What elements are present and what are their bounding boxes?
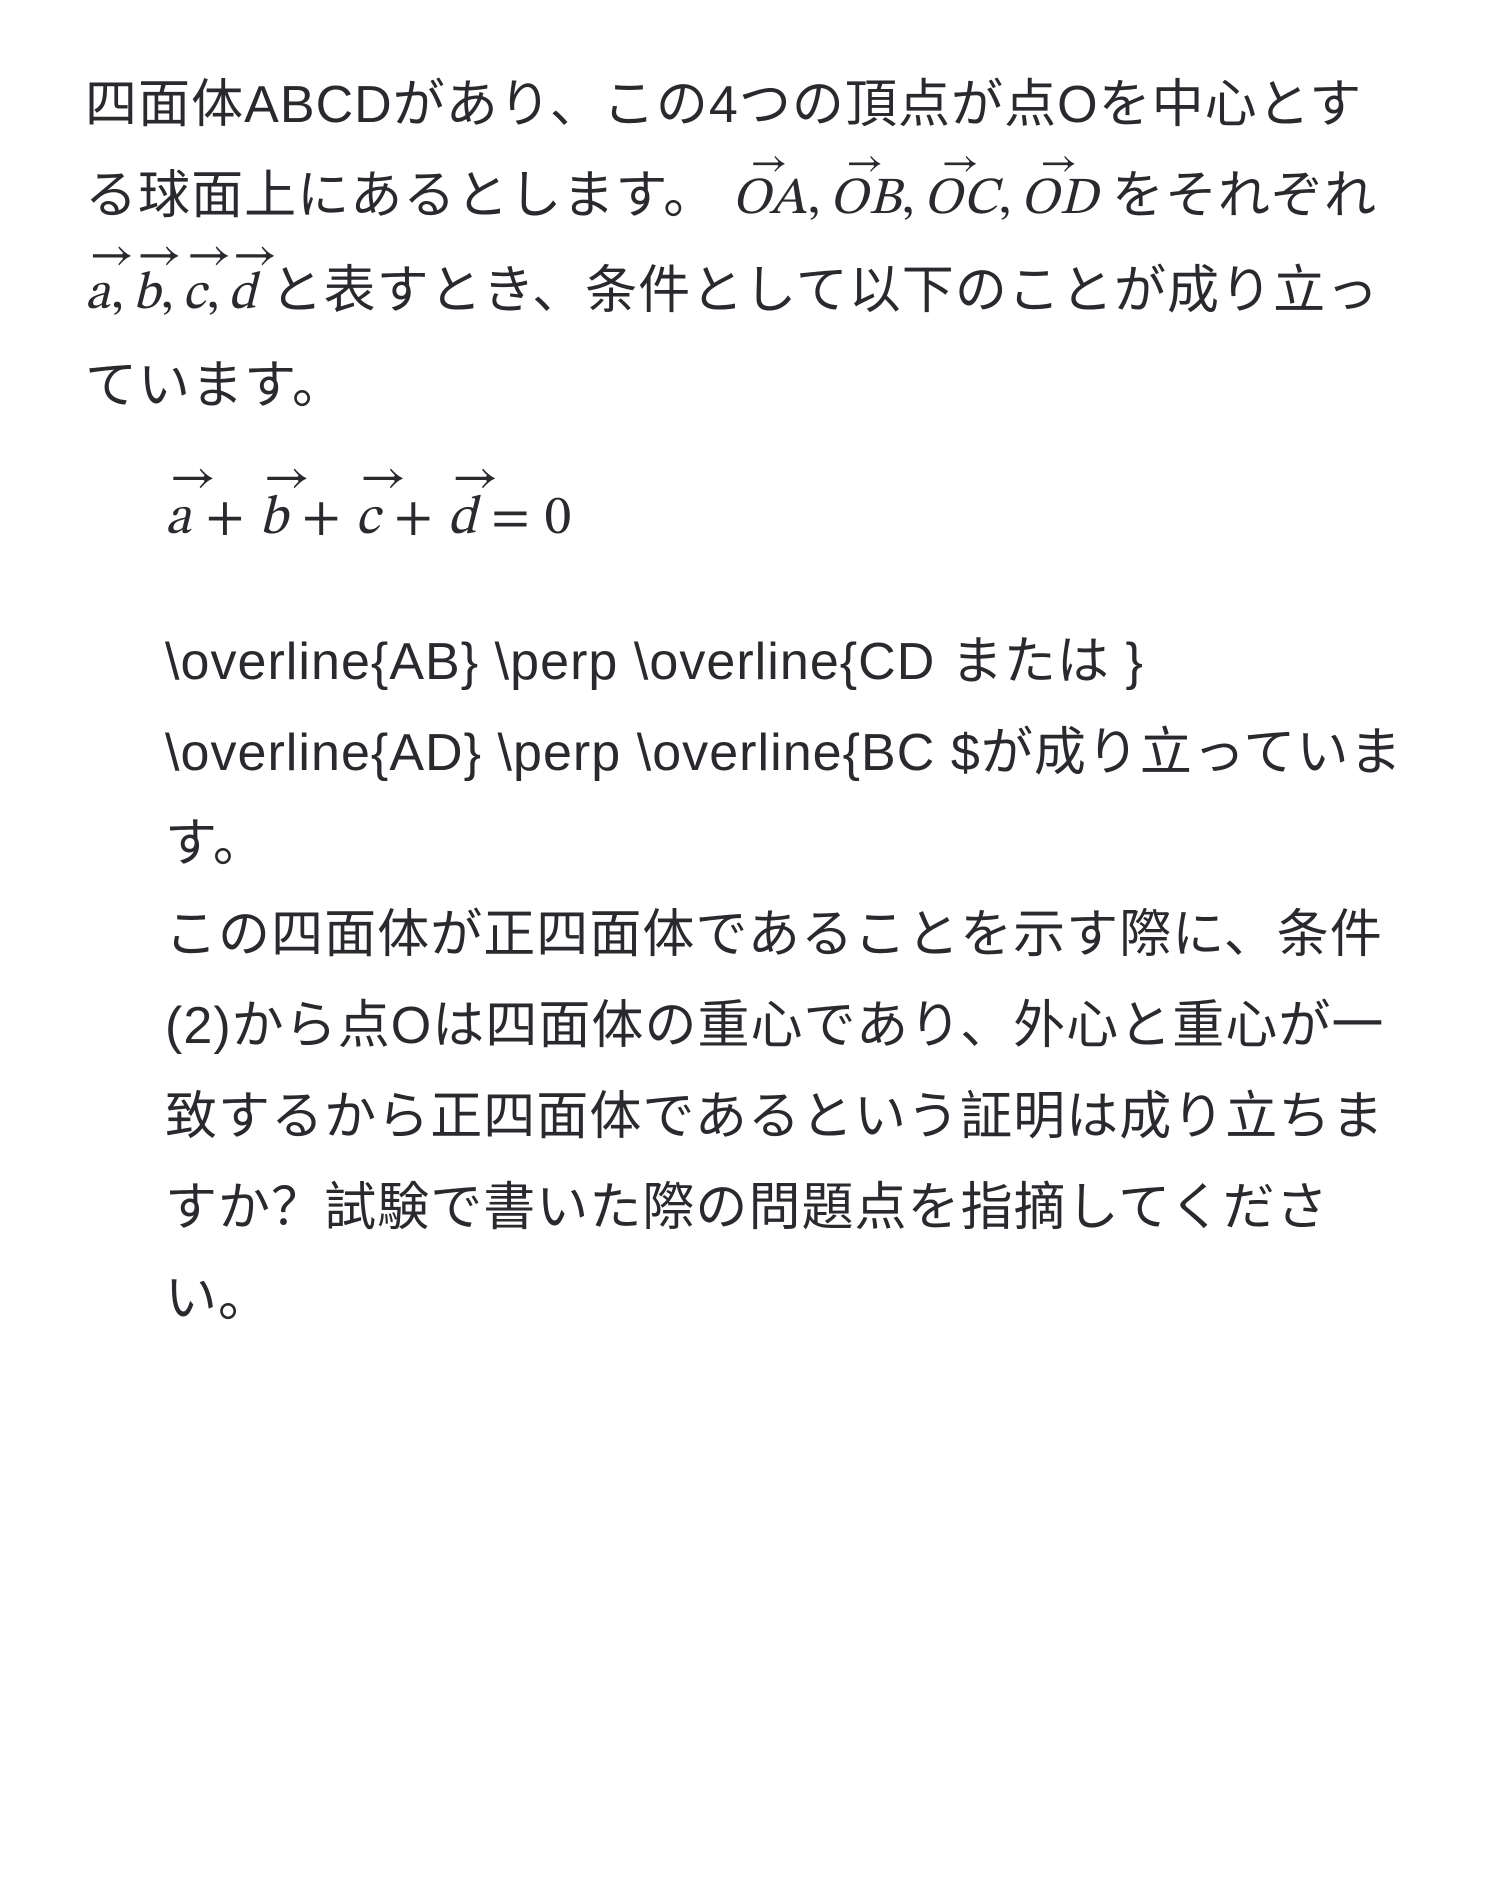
zero-value: 0: [545, 492, 573, 546]
vec-OC: →OC: [923, 155, 998, 246]
vec-OA: →OA: [732, 155, 808, 246]
arrow-icon: →: [233, 234, 257, 281]
arrow-icon: →: [732, 145, 808, 184]
arrow-icon: →: [923, 145, 998, 184]
vec-c: →c: [182, 250, 206, 341]
paragraph-question: この四面体が正四面体であることを示す際に、条件(2)から点Oは四面体の重心であり…: [165, 890, 1415, 1345]
vec-OB: →OB: [829, 155, 902, 246]
document-content: 四面体ABCDがあり、この4つの頂点が点Oを中心とする球面上にあるとします。 →…: [85, 60, 1415, 1345]
vec-d: →d: [228, 250, 257, 341]
paragraph-intro: 四面体ABCDがあり、この4つの頂点が点Oを中心とする球面上にあるとします。 →…: [85, 60, 1415, 432]
arrow-icon: →: [360, 455, 380, 504]
arrow-icon: →: [264, 455, 288, 504]
intro-text-3: と表すとき、条件として以下のことが成り立っています。: [85, 262, 1379, 415]
vector-list-abcd: →a,→b,→c,→d: [85, 269, 271, 321]
vec-c: →c: [355, 472, 380, 567]
arrow-icon: →: [829, 145, 902, 184]
arrow-icon: →: [170, 455, 192, 504]
intro-text-2: をそれぞれ: [1112, 167, 1377, 225]
vec-d: →d: [447, 472, 477, 567]
vector-list-OA-OD: →OA,→OB,→OC,→OD: [732, 174, 1112, 226]
vec-a: →a: [85, 250, 111, 341]
raw-latex-text: \overline{AB} \perp \overline{CD または } \…: [165, 617, 1415, 890]
vec-b: →b: [133, 250, 161, 341]
vec-b: →b: [259, 472, 288, 567]
arrow-icon: →: [137, 234, 161, 281]
equation-sum-zero: →a+→b+→c+→d=0: [85, 472, 1415, 567]
arrow-icon: →: [187, 234, 207, 281]
vec-a: →a: [165, 472, 192, 567]
vec-OD: →OD: [1020, 155, 1098, 246]
arrow-icon: →: [1020, 145, 1098, 184]
arrow-icon: →: [90, 234, 111, 281]
indented-section: \overline{AB} \perp \overline{CD または } \…: [85, 617, 1415, 1345]
arrow-icon: →: [452, 455, 477, 504]
